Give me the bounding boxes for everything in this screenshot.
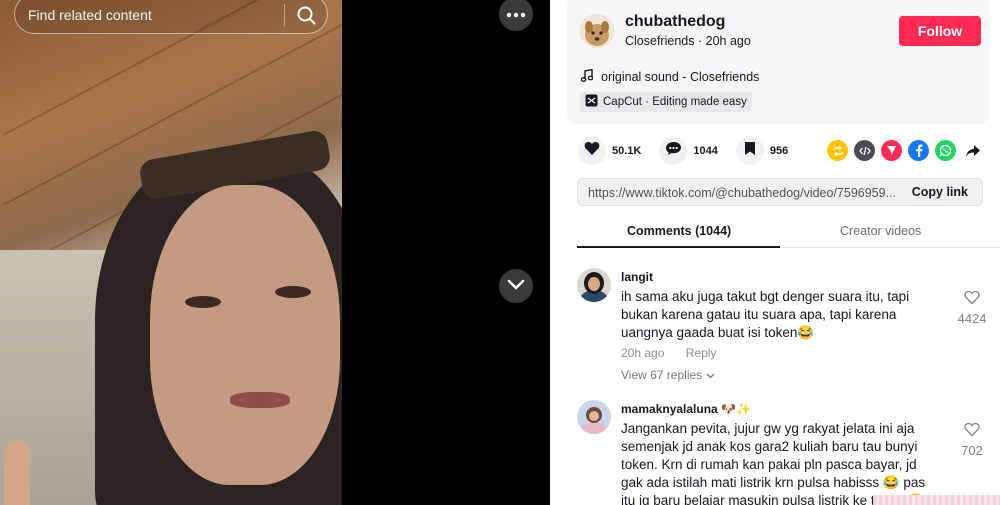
overlay-strip <box>873 495 1000 505</box>
commenter-avatar[interactable] <box>577 400 611 434</box>
music-note-icon <box>580 68 594 85</box>
post-subline: Closefriends · 20h ago <box>625 34 751 48</box>
person-hand <box>4 440 30 505</box>
video-url[interactable]: https://www.tiktok.com/@chubathedog/vide… <box>588 186 903 200</box>
sound-link[interactable]: original sound - Closefriends <box>580 68 760 85</box>
more-options-button[interactable] <box>499 0 533 31</box>
comment-text: Jangankan pevita, jujur gw yg rakyat jel… <box>621 421 926 505</box>
comment-like-count: 702 <box>961 443 983 458</box>
person-eye <box>185 296 221 308</box>
search-icon[interactable] <box>295 4 317 26</box>
chevron-down-icon <box>706 368 715 382</box>
comment-icon <box>665 141 682 161</box>
tab-comments[interactable]: Comments (1044) <box>627 224 731 238</box>
comment-like-button[interactable]: 702 <box>952 422 992 458</box>
next-video-button[interactable] <box>499 269 533 303</box>
comment-tabs: Comments (1044) Creator videos <box>577 216 1000 248</box>
whatsapp-icon[interactable] <box>935 140 956 161</box>
video-player[interactable]: Find related content <box>0 0 550 505</box>
capcut-icon <box>585 94 598 110</box>
person-face <box>150 185 340 485</box>
bookmark-icon <box>744 141 756 161</box>
post-time: 20h ago <box>705 34 751 48</box>
search-input[interactable]: Find related content <box>28 7 152 23</box>
engagement-bar: 50.1K 1044 956 <box>578 136 806 166</box>
share-row <box>827 140 983 161</box>
video-frame: Find related content <box>0 0 342 505</box>
person-mouth <box>230 392 290 408</box>
like-count: 50.1K <box>612 145 642 157</box>
repost-icon[interactable] <box>827 140 848 161</box>
share-arrow-icon[interactable] <box>962 140 983 161</box>
save-count: 956 <box>769 145 789 157</box>
search-divider <box>284 4 285 26</box>
sound-name: original sound - Closefriends <box>601 70 760 84</box>
like-button[interactable]: 50.1K <box>578 137 641 165</box>
active-tab-indicator <box>577 246 780 248</box>
related-search-bar[interactable]: Find related content <box>14 0 328 34</box>
heart-outline-icon <box>964 290 980 309</box>
comment-text: ih sama aku juga takut bgt denger suara … <box>621 289 910 340</box>
commenter-avatar[interactable] <box>577 268 611 302</box>
commenter-username[interactable]: mamaknyalaluna 🐶✨ <box>621 402 751 416</box>
nickname: Closefriends <box>625 34 695 48</box>
comment-time: 20h ago <box>621 346 665 360</box>
reply-button[interactable]: Reply <box>686 346 717 360</box>
heart-outline-icon <box>964 422 980 441</box>
capcut-tag[interactable]: CapCut · Editing made easy <box>580 92 752 112</box>
view-replies-label: View 67 replies <box>621 368 703 382</box>
embed-icon[interactable] <box>854 140 875 161</box>
capcut-label: CapCut · Editing made easy <box>603 96 747 108</box>
separator: · <box>697 34 703 48</box>
comment-count: 1044 <box>693 145 718 157</box>
more-icon <box>506 5 526 23</box>
details-panel: chubathedog Closefriends · 20h ago Follo… <box>550 0 1000 505</box>
share-link-box: https://www.tiktok.com/@chubathedog/vide… <box>577 178 983 206</box>
comment-like-button[interactable]: 4424 <box>952 290 992 326</box>
comment-like-count: 4424 <box>957 311 987 326</box>
heart-icon <box>584 141 600 161</box>
avatar[interactable] <box>580 14 614 48</box>
comment-meta: 20h ago Reply <box>621 346 716 360</box>
save-button[interactable]: 956 <box>735 137 789 165</box>
username[interactable]: chubathedog <box>625 13 725 31</box>
follow-button[interactable]: Follow <box>899 16 981 46</box>
post-info-card: chubathedog Closefriends · 20h ago Follo… <box>567 0 989 124</box>
facebook-icon[interactable] <box>908 140 929 161</box>
send-icon[interactable] <box>881 140 902 161</box>
tab-creator-videos[interactable]: Creator videos <box>840 224 921 238</box>
copy-link-button[interactable]: Copy link <box>912 185 968 199</box>
chevron-down-icon <box>507 277 525 295</box>
comment-button[interactable]: 1044 <box>659 137 718 165</box>
commenter-username[interactable]: langit <box>621 270 653 284</box>
person-eye <box>275 286 311 298</box>
view-replies-button[interactable]: View 67 replies <box>621 368 715 382</box>
